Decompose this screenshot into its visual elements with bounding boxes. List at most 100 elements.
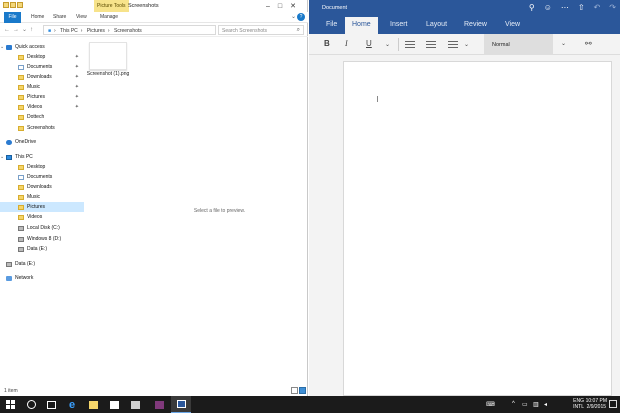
breadcrumb-pictures[interactable]: Pictures [87, 28, 105, 34]
help-icon[interactable]: ? [297, 13, 305, 21]
close-icon[interactable]: ✕ [290, 3, 304, 10]
cortana-search-button[interactable] [21, 396, 41, 413]
maximize-icon[interactable]: □ [278, 3, 290, 10]
chevron-down-icon[interactable]: ⌄ [561, 40, 566, 47]
nav-quick-access[interactable]: ⌄ Quick access [0, 42, 84, 52]
new-folder-icon[interactable] [17, 2, 23, 8]
chevron-down-icon[interactable]: ⌄ [385, 41, 390, 48]
tab-file[interactable]: File [326, 21, 337, 28]
back-icon[interactable]: ← [4, 27, 13, 33]
share-icon[interactable]: ⇧ [578, 3, 585, 12]
nav-onedrive[interactable]: OneDrive [0, 137, 84, 147]
up-icon[interactable]: ↑ [30, 27, 36, 33]
nav-windows-d[interactable]: Windows 8 (D:) [0, 234, 84, 244]
notification-icon[interactable] [609, 400, 617, 408]
onenote-button[interactable] [149, 396, 169, 413]
file-tab[interactable]: File [4, 12, 21, 23]
chevron-down-icon[interactable]: ⌄ [0, 44, 5, 50]
minimize-icon[interactable]: – [266, 3, 278, 10]
nav-data-drive[interactable]: Data (E:) [0, 259, 84, 269]
align-icon[interactable] [448, 41, 458, 49]
pin-icon[interactable]: ✦ [75, 64, 79, 70]
bold-button[interactable]: B [324, 39, 330, 48]
tab-view[interactable]: View [505, 21, 520, 28]
pin-icon[interactable]: ✦ [75, 84, 79, 90]
tab-manage[interactable]: Manage [100, 14, 118, 20]
tab-review[interactable]: Review [464, 21, 487, 28]
nav-pictures[interactable]: Pictures ✦ [0, 92, 84, 102]
nav-pc-videos[interactable]: Videos [0, 212, 84, 222]
nav-local-disk-c[interactable]: Local Disk (C:) [0, 223, 84, 233]
vertical-scrollbar[interactable] [616, 55, 619, 396]
underline-button[interactable]: U [366, 39, 372, 48]
nav-data-e[interactable]: Data (E:) [0, 244, 84, 254]
nav-desktop[interactable]: Desktop ✦ [0, 52, 84, 62]
file-thumbnail[interactable] [89, 42, 127, 70]
network-icon[interactable]: ▥ [533, 401, 539, 408]
folder-icon[interactable] [3, 2, 9, 8]
nav-pc-downloads[interactable]: Downloads [0, 182, 84, 192]
tab-share[interactable]: Share [53, 14, 66, 20]
italic-button[interactable]: I [345, 39, 348, 48]
smiley-icon[interactable]: ☺ [544, 3, 552, 12]
battery-icon[interactable]: ▭ [522, 401, 528, 408]
nav-pc-desktop[interactable]: Desktop [0, 162, 84, 172]
keyboard-icon[interactable]: ⌨ [486, 401, 495, 408]
address-bar[interactable]: ■ › This PC › Pictures › Screenshots [43, 25, 216, 35]
file-name[interactable]: Screenshot (1).png [85, 71, 131, 77]
document-page[interactable] [343, 61, 612, 396]
search-input[interactable]: Search Screenshots ⌕ [218, 25, 304, 35]
chevron-up-icon[interactable]: ^ [512, 401, 515, 407]
word-taskbar-button[interactable] [171, 396, 191, 413]
chevron-down-icon[interactable]: ⌄ [291, 13, 296, 20]
tab-insert[interactable]: Insert [390, 21, 408, 28]
volume-icon[interactable]: ◂ [544, 401, 547, 408]
nav-videos[interactable]: Videos ✦ [0, 102, 84, 112]
nav-this-pc[interactable]: ⌄ This PC [0, 152, 84, 162]
forward-icon[interactable]: → [13, 27, 22, 33]
nav-pc-music[interactable]: Music [0, 192, 84, 202]
more-icon[interactable]: ⋯ [561, 3, 569, 12]
tab-layout[interactable]: Layout [426, 21, 447, 28]
picture-tools-tab[interactable]: Picture Tools [94, 0, 129, 12]
properties-icon[interactable] [10, 2, 16, 8]
lightbulb-icon[interactable]: ⚲ [529, 3, 535, 12]
pin-icon[interactable]: ✦ [75, 74, 79, 80]
redo-icon[interactable]: ↷ [609, 3, 616, 12]
pin-icon[interactable]: ✦ [75, 54, 79, 60]
chevron-down-icon[interactable]: ⌄ [22, 27, 30, 33]
nav-music[interactable]: Music ✦ [0, 82, 84, 92]
style-selector[interactable]: Normal [484, 34, 553, 55]
nav-screenshots[interactable]: Screenshots [0, 123, 84, 133]
pin-icon[interactable]: ✦ [75, 94, 79, 100]
nav-pc-pictures[interactable]: Pictures [0, 202, 84, 212]
nav-downloads[interactable]: Downloads ✦ [0, 72, 84, 82]
large-icons-view-icon[interactable] [299, 387, 306, 394]
nav-network[interactable]: Network [0, 273, 84, 283]
details-view-icon[interactable] [291, 387, 298, 394]
bullet-list-icon[interactable] [405, 41, 415, 49]
breadcrumb-this-pc[interactable]: This PC [60, 28, 78, 34]
breadcrumb-screenshots[interactable]: Screenshots [114, 28, 142, 34]
language-indicator[interactable]: ENG INTL [573, 398, 584, 410]
numbered-list-icon[interactable] [426, 41, 436, 49]
nav-documents[interactable]: Documents ✦ [0, 62, 84, 72]
tab-home[interactable]: Home [31, 14, 44, 20]
file-explorer-button[interactable] [83, 396, 103, 413]
chevron-down-icon[interactable]: ⌄ [0, 154, 5, 160]
undo-icon[interactable]: ↶ [594, 3, 601, 12]
find-icon[interactable]: ⚯ [585, 39, 592, 48]
windows-start-icon[interactable] [6, 400, 15, 409]
search-icon[interactable]: ⌕ [297, 27, 300, 34]
nav-pc-documents[interactable]: Documents [0, 172, 84, 182]
chevron-down-icon[interactable]: ⌄ [464, 41, 469, 48]
pin-icon[interactable]: ✦ [75, 104, 79, 110]
store-button[interactable] [104, 396, 124, 413]
task-view-button[interactable] [41, 396, 61, 413]
tab-view[interactable]: View [76, 14, 87, 20]
tab-home[interactable]: Home [345, 17, 378, 34]
ie-button[interactable]: e [62, 396, 82, 413]
nav-dottech[interactable]: Dottech [0, 112, 84, 122]
app-button[interactable] [125, 396, 145, 413]
clock[interactable]: 10:07 PM 2/9/2015 [586, 398, 607, 410]
